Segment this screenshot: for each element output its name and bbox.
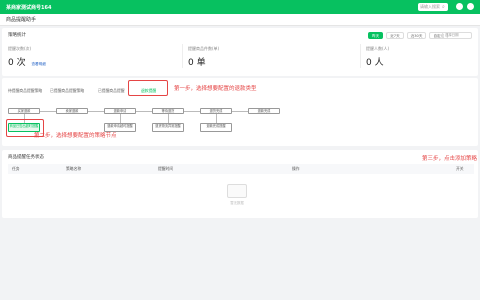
- avatar[interactable]: [467, 3, 474, 10]
- search-icon[interactable]: ⌕: [442, 3, 445, 11]
- flow-sub-node-refund-done[interactable]: 退款完成提醒: [200, 123, 232, 132]
- annotation-step1: 第一步，选择想要配置的退款类型: [174, 86, 257, 92]
- message-icon[interactable]: [456, 3, 463, 10]
- annotation-step3: 第三步，点击添加策略: [422, 156, 478, 162]
- filter-30days[interactable]: 近30天: [406, 32, 427, 39]
- filter-7days[interactable]: 近7天: [386, 32, 404, 39]
- flow-sub-node-logistics[interactable]: 退货物流异常提醒: [152, 123, 184, 132]
- tab-reminded-strategy[interactable]: 已提醒商品提醒策略: [50, 88, 84, 94]
- stat-label: 提醒人数(人): [366, 46, 390, 51]
- empty-icon: [227, 184, 247, 198]
- col-switch: 开关: [456, 166, 464, 171]
- summary-card: 策略统计 昨天 近7天 近30天 自定义 选择日期 提醒次数(次) 0 次 查看…: [2, 28, 478, 76]
- page-title: 商品提醒助手: [0, 14, 480, 26]
- strategy-card: 待提醒商品提醒策略 已提醒商品提醒策略 已提醒商品提醒 退款提醒 第一步，选择想…: [2, 78, 478, 146]
- col-strategy-name: 策略名称: [66, 166, 82, 171]
- time-filter-group: 昨天 近7天 近30天 自定义: [368, 32, 449, 39]
- view-details-link[interactable]: 查看明细: [31, 62, 45, 66]
- col-operation: 操作: [292, 166, 300, 171]
- flow-node-seller-refund: 卖家退款: [56, 108, 88, 114]
- stat-value: 0 次: [8, 58, 26, 68]
- flow-connector: [120, 114, 121, 123]
- summary-title: 策略统计: [8, 33, 26, 38]
- tab-pending-strategy[interactable]: 待提醒商品提醒策略: [8, 88, 42, 94]
- flow-node-refund-done: 退款完成: [248, 108, 280, 114]
- stat-reminders: 提醒次数(次) 0 次 查看明细: [8, 46, 46, 68]
- app-title: 某商家测试商号164: [6, 4, 52, 11]
- stat-label: 提醒次数(次): [8, 46, 32, 51]
- stat-label: 提醒商品件数(单): [188, 46, 220, 51]
- date-picker[interactable]: 选择日期: [442, 32, 472, 39]
- filter-yesterday[interactable]: 昨天: [368, 32, 384, 39]
- stat-people: 提醒人数(人) 0 人: [366, 46, 389, 68]
- col-task: 任务: [12, 166, 20, 171]
- divider: [360, 44, 361, 68]
- top-bar: 某商家测试商号164 请输入搜索 ⌕: [0, 0, 480, 14]
- table-header: 任务 策略名称 提醒时间 操作 开关: [8, 164, 474, 174]
- highlight-refund-tab: [128, 80, 168, 96]
- tab-reminded[interactable]: 已提醒商品提醒: [98, 88, 125, 94]
- stat-value: 0 单: [188, 58, 206, 68]
- flow-connector: [168, 114, 169, 123]
- records-card: 商品提醒任务状态 第三步，点击添加策略 任务 策略名称 提醒时间 操作 开关 暂…: [2, 150, 478, 218]
- stat-value: 0 人: [366, 58, 384, 68]
- stat-orders: 提醒商品件数(单) 0 单: [188, 46, 219, 68]
- flow-connector: [216, 114, 217, 123]
- col-remind-time: 提醒时间: [158, 166, 174, 171]
- divider: [182, 44, 183, 68]
- annotation-step2: 第二步，选择想要配置的策略节点: [34, 133, 117, 139]
- records-title: 商品提醒任务状态: [8, 155, 44, 160]
- empty-text: 暂无数据: [230, 201, 244, 205]
